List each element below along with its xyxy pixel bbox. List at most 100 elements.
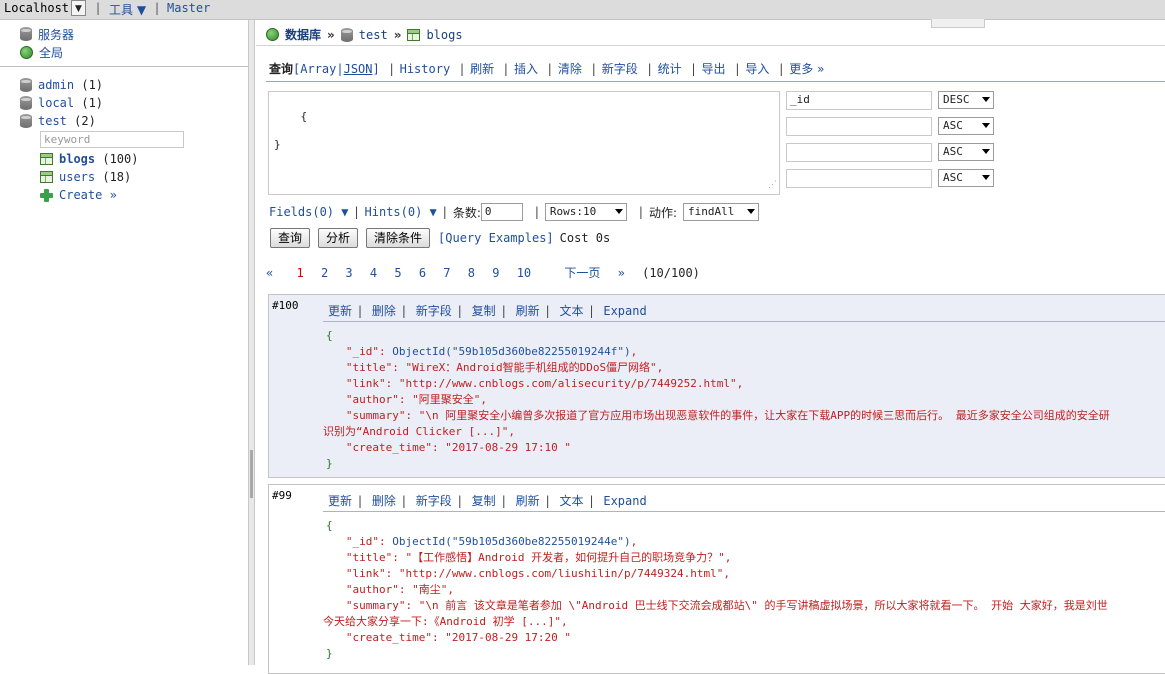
menu-array-close: ] bbox=[372, 62, 380, 76]
topbar-separator: | bbox=[155, 1, 160, 15]
doc-author: "author": "南尘", bbox=[345, 583, 454, 596]
pager-page[interactable]: 8 bbox=[468, 266, 475, 280]
fields-toggle[interactable]: Fields(0) ▼ bbox=[269, 205, 348, 219]
record-copy[interactable]: 复制 bbox=[472, 494, 496, 508]
sort-field-4[interactable] bbox=[786, 169, 932, 188]
pager-next[interactable]: » bbox=[618, 266, 625, 280]
doc-summary: "summary": "\n 前言 该文章是笔者参加 \"Android 巴士线… bbox=[345, 599, 1108, 612]
breadcrumb-collection[interactable]: blogs bbox=[426, 28, 462, 42]
record-copy[interactable]: 复制 bbox=[472, 304, 496, 318]
keyword-input[interactable]: keyword bbox=[40, 131, 184, 148]
sort-order-3[interactable]: ASC bbox=[938, 143, 994, 161]
menu-stats[interactable]: 统计 bbox=[658, 62, 682, 76]
record-number: #99 bbox=[272, 489, 292, 502]
menu-more[interactable]: 更多 » bbox=[789, 62, 824, 76]
menu-export[interactable]: 导出 bbox=[702, 62, 726, 76]
pager-page[interactable]: 7 bbox=[443, 266, 450, 280]
master-link[interactable]: Master bbox=[167, 1, 210, 15]
splitter-grip[interactable] bbox=[250, 450, 253, 498]
host-select[interactable]: Localhost bbox=[4, 1, 69, 15]
sort-field-3[interactable] bbox=[786, 143, 932, 162]
database-icon bbox=[20, 96, 32, 110]
record-action-separator: | bbox=[545, 494, 550, 508]
doc-id-value: ObjectId("59b105d360be82255019244e") bbox=[392, 535, 631, 548]
record-action-separator: | bbox=[589, 494, 594, 508]
pager-prev[interactable]: « bbox=[266, 266, 273, 280]
limit-input[interactable]: 0 bbox=[480, 203, 523, 221]
sidebar-db-admin[interactable]: admin (1) bbox=[20, 77, 103, 93]
menu-separator: | bbox=[389, 62, 394, 76]
pager-page[interactable]: 2 bbox=[321, 266, 328, 280]
pager-page[interactable]: 4 bbox=[370, 266, 377, 280]
query-editor[interactable]: { } ⋰ bbox=[268, 91, 780, 195]
menu-clear[interactable]: 清除 bbox=[558, 62, 582, 76]
menu-insert[interactable]: 插入 bbox=[514, 62, 538, 76]
sidebar-item-server[interactable]: 服务器 bbox=[20, 26, 74, 42]
sidebar-collection-blogs[interactable]: blogs (100) bbox=[40, 151, 138, 167]
record-new-field[interactable]: 新字段 bbox=[416, 304, 452, 318]
sidebar-db-test[interactable]: test (2) bbox=[20, 113, 96, 129]
breadcrumb-db[interactable]: test bbox=[359, 28, 388, 42]
sort-field-2[interactable] bbox=[786, 117, 932, 136]
divider bbox=[256, 45, 1165, 46]
rows-select[interactable]: Rows:10 bbox=[544, 203, 627, 221]
divider bbox=[323, 511, 1165, 512]
menu-refresh[interactable]: 刷新 bbox=[470, 62, 494, 76]
record-action-separator: | bbox=[358, 494, 363, 508]
record-update[interactable]: 更新 bbox=[328, 304, 352, 318]
analyze-button[interactable]: 分析 bbox=[318, 228, 359, 248]
pager-page[interactable]: 10 bbox=[517, 266, 531, 280]
globe-icon bbox=[20, 45, 33, 59]
menu-history[interactable]: History bbox=[400, 62, 451, 76]
query-text[interactable]: { } bbox=[274, 110, 307, 151]
record-expand[interactable]: Expand bbox=[603, 304, 646, 318]
record-new-field[interactable]: 新字段 bbox=[416, 494, 452, 508]
record-expand[interactable]: Expand bbox=[603, 494, 646, 508]
query-examples-link[interactable]: [Query Examples] bbox=[438, 231, 554, 245]
doc-id-key: "_id": bbox=[345, 535, 393, 548]
sort-order-value: ASC bbox=[943, 171, 963, 184]
menu-query[interactable]: 查询 bbox=[269, 62, 293, 76]
hints-toggle[interactable]: Hints(0) ▼ bbox=[365, 205, 437, 219]
record-text[interactable]: 文本 bbox=[559, 304, 583, 318]
query-options: Fields(0) ▼ | Hints(0) ▼ | 条数: 0 | Rows:… bbox=[269, 203, 760, 221]
record-action-separator: | bbox=[457, 304, 462, 318]
sort-field-1[interactable]: _id bbox=[786, 91, 932, 110]
table-icon bbox=[407, 28, 421, 41]
pagination: « 1 2 3 4 5 6 7 8 9 10 下一页 » (10/100) bbox=[266, 264, 710, 281]
db-name: test bbox=[38, 114, 67, 128]
record-update[interactable]: 更新 bbox=[328, 494, 352, 508]
pager-page[interactable]: 6 bbox=[419, 266, 426, 280]
sidebar-create[interactable]: Create » bbox=[40, 187, 117, 203]
action-select[interactable]: findAll bbox=[683, 203, 760, 221]
pager-page[interactable]: 1 bbox=[296, 266, 303, 280]
pager-page[interactable]: 9 bbox=[492, 266, 499, 280]
record-delete[interactable]: 删除 bbox=[372, 304, 396, 318]
pager-page[interactable]: 5 bbox=[394, 266, 401, 280]
pager-page[interactable]: 3 bbox=[345, 266, 352, 280]
doc-open: { bbox=[326, 329, 333, 342]
menu-json[interactable]: JSON bbox=[344, 62, 373, 76]
query-button[interactable]: 查询 bbox=[270, 228, 311, 248]
menu-array[interactable]: [Array| bbox=[293, 62, 344, 76]
sidebar-splitter[interactable] bbox=[248, 20, 255, 665]
record-refresh[interactable]: 刷新 bbox=[516, 304, 540, 318]
record-document: { "_id": ObjectId("59b105d360be822550192… bbox=[323, 519, 1108, 660]
resize-handle-icon[interactable]: ⋰ bbox=[768, 178, 777, 192]
sort-order-2[interactable]: ASC bbox=[938, 117, 994, 135]
breadcrumb-databases[interactable]: 数据库 bbox=[285, 26, 321, 43]
clear-conditions-button[interactable]: 清除条件 bbox=[366, 228, 431, 248]
sidebar-db-local[interactable]: local (1) bbox=[20, 95, 103, 111]
sort-order-4[interactable]: ASC bbox=[938, 169, 994, 187]
host-dropdown-icon[interactable]: ▼ bbox=[71, 0, 86, 16]
sort-order-1[interactable]: DESC bbox=[938, 91, 994, 109]
sidebar-item-global[interactable]: 全局 bbox=[20, 44, 63, 60]
menu-import[interactable]: 导入 bbox=[745, 62, 769, 76]
record-refresh[interactable]: 刷新 bbox=[516, 494, 540, 508]
pager-next-page[interactable]: 下一页 bbox=[564, 266, 600, 280]
tools-menu[interactable]: 工具 ▼ bbox=[109, 1, 146, 18]
sidebar-collection-users[interactable]: users (18) bbox=[40, 169, 131, 185]
menu-new-field[interactable]: 新字段 bbox=[602, 62, 638, 76]
record-delete[interactable]: 删除 bbox=[372, 494, 396, 508]
record-text[interactable]: 文本 bbox=[559, 494, 583, 508]
